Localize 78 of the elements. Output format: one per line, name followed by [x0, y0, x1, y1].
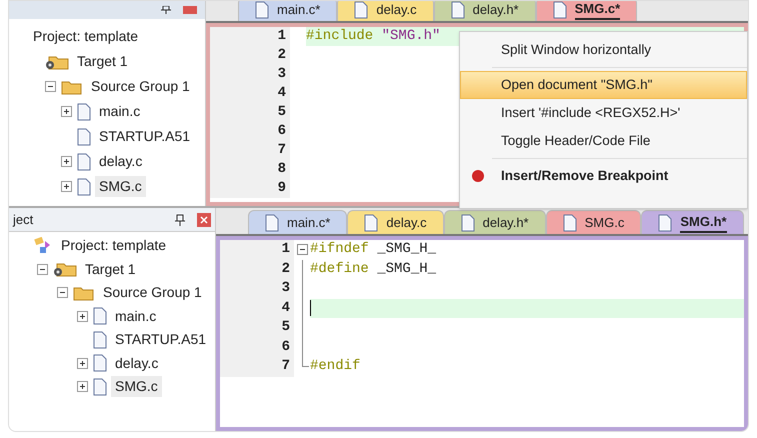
menu-item[interactable]: Insert '#include <REGX52.H>': [460, 99, 747, 127]
tree-item[interactable]: Target 1: [81, 258, 140, 280]
editor-tab[interactable]: SMG.h*: [641, 210, 744, 234]
tree-item[interactable]: delay.c: [111, 352, 162, 374]
tree-item[interactable]: SMG.c: [111, 376, 162, 398]
expand-icon[interactable]: [76, 358, 88, 369]
expand-icon[interactable]: [76, 310, 88, 322]
line-number: 1: [278, 27, 286, 46]
line-number: 6: [282, 338, 290, 357]
file-icon: [265, 214, 279, 232]
line-number: 3: [278, 65, 286, 84]
menu-item[interactable]: Insert/Remove Breakpoint: [460, 162, 747, 190]
editor-tab[interactable]: SMG.c: [546, 210, 642, 234]
code-line: #define _SMG_H_: [310, 260, 438, 279]
line-number: 1: [282, 240, 290, 260]
collapse-icon[interactable]: [56, 287, 68, 298]
editor-tab[interactable]: main.c*: [248, 210, 348, 234]
expand-icon[interactable]: [60, 181, 72, 192]
file-icon: [93, 330, 107, 349]
line-number: 5: [282, 318, 290, 338]
pin-icon[interactable]: [161, 6, 171, 14]
menu-item[interactable]: Toggle Header/Code File: [460, 127, 747, 155]
file-icon: [93, 354, 107, 372]
file-icon: [658, 214, 672, 232]
line-number: 4: [282, 298, 290, 318]
line-number: 2: [278, 46, 286, 65]
line-number: 3: [282, 279, 290, 298]
editor-tab[interactable]: delay.c: [347, 210, 444, 234]
file-icon: [460, 214, 475, 232]
editor-tab[interactable]: delay.h*: [444, 210, 546, 234]
gear-folder-icon: [53, 261, 77, 278]
line-number: 4: [278, 84, 286, 103]
code-line: #endif: [310, 357, 362, 376]
file-icon: [562, 214, 577, 232]
tree-item[interactable]: STARTUP.A51: [111, 329, 210, 350]
line-number: 9: [278, 179, 286, 198]
tree-item[interactable]: Target 1: [73, 51, 132, 72]
breakpoint-icon: [471, 169, 485, 183]
code-line: #ifndef _SMG_H_: [310, 240, 438, 260]
tree-item[interactable]: Project: template: [57, 235, 170, 256]
file-icon: [364, 214, 378, 232]
line-number: 7: [282, 357, 290, 376]
line-number: 8: [278, 160, 286, 179]
menu-item[interactable]: Open document "SMG.h": [460, 71, 747, 99]
editor-tab[interactable]: SMG.c*: [536, 1, 638, 21]
expand-icon[interactable]: [60, 156, 72, 167]
file-icon: [77, 152, 91, 170]
tree-item[interactable]: Source Group 1: [87, 76, 194, 97]
folder-icon: [61, 78, 83, 94]
tree-item[interactable]: SMG.c: [95, 176, 146, 197]
editor-tab[interactable]: main.c*: [238, 1, 338, 21]
expand-icon[interactable]: [60, 106, 72, 117]
tree-item[interactable]: main.c: [95, 101, 144, 122]
file-icon: [93, 307, 107, 326]
pin-icon[interactable]: [175, 214, 185, 226]
collapse-icon[interactable]: [44, 81, 56, 92]
tree-item[interactable]: STARTUP.A51: [95, 126, 194, 147]
editor-tab[interactable]: delay.h*: [434, 1, 536, 21]
expand-icon[interactable]: [76, 381, 88, 392]
file-icon: [77, 102, 91, 120]
gear-folder-icon: [45, 54, 69, 70]
tree-item[interactable]: delay.c: [95, 151, 146, 172]
file-icon: [77, 128, 91, 146]
panel-title: ject: [13, 210, 34, 229]
collapse-icon[interactable]: [36, 264, 48, 275]
fold-icon[interactable]: [296, 244, 308, 256]
line-number: 5: [278, 103, 286, 122]
folder-icon: [73, 284, 95, 301]
line-number: 6: [278, 122, 286, 141]
file-icon: [77, 178, 91, 196]
tree-item[interactable]: Source Group 1: [99, 282, 206, 304]
editor-tab[interactable]: delay.c: [337, 1, 434, 21]
close-icon[interactable]: [197, 212, 211, 226]
tree-item[interactable]: main.c: [111, 306, 160, 327]
line-number: 7: [278, 141, 286, 160]
file-icon: [93, 378, 107, 396]
line-number: 2: [282, 260, 290, 279]
tree-item[interactable]: Project: template: [29, 26, 142, 47]
